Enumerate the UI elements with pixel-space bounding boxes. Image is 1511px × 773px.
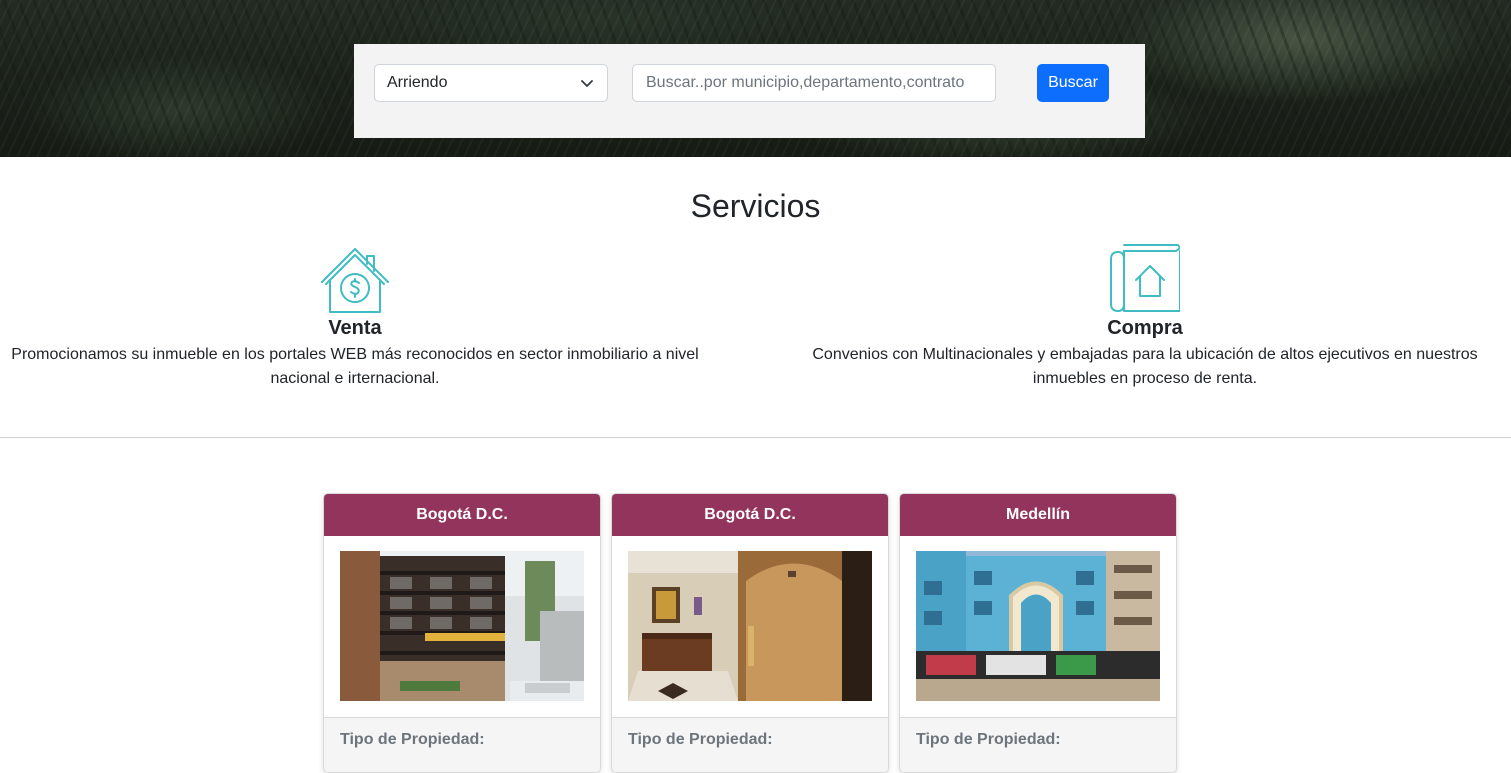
property-photo[interactable] bbox=[340, 551, 584, 701]
property-card[interactable]: Bogotá D.C. Tipo de Propiedad: bbox=[323, 493, 601, 773]
property-photo[interactable] bbox=[628, 551, 872, 701]
house-document-icon bbox=[1110, 244, 1180, 312]
service-description-compra: Convenios con Multinacionales y embajada… bbox=[812, 346, 1478, 387]
chevron-down-icon bbox=[581, 80, 593, 87]
search-panel: Arriendo Buscar bbox=[354, 44, 1145, 138]
property-card-city: Bogotá D.C. bbox=[612, 494, 888, 536]
service-title-compra: Compra bbox=[1107, 317, 1183, 339]
hero-banner: Arriendo Buscar bbox=[0, 0, 1511, 157]
property-card[interactable]: Bogotá D.C. Tipo de Propiedad: bbox=[611, 493, 889, 773]
house-dollar-icon bbox=[321, 248, 389, 313]
contract-select-value: Arriendo bbox=[387, 74, 448, 91]
service-title-venta: Venta bbox=[328, 317, 382, 339]
search-input[interactable] bbox=[632, 64, 996, 102]
property-card-city: Medellín bbox=[900, 494, 1176, 536]
property-type-label: Tipo de Propiedad: bbox=[916, 731, 1061, 748]
search-button[interactable]: Buscar bbox=[1037, 64, 1109, 102]
property-card-city: Bogotá D.C. bbox=[324, 494, 600, 536]
services-title: Servicios bbox=[690, 188, 821, 224]
property-card[interactable]: Medellín Tipo de Propiedad: bbox=[899, 493, 1177, 773]
property-type-label: Tipo de Propiedad: bbox=[628, 731, 773, 748]
service-description-venta: Promocionamos su inmueble en los portale… bbox=[11, 346, 699, 387]
service-venta: Venta Promocionamos su inmueble en los p… bbox=[10, 244, 700, 391]
contract-select[interactable]: Arriendo bbox=[374, 64, 608, 102]
property-type-label: Tipo de Propiedad: bbox=[340, 731, 485, 748]
service-compra: Compra Convenios con Multinacionales y e… bbox=[800, 244, 1490, 391]
property-photo[interactable] bbox=[916, 551, 1160, 701]
section-divider bbox=[0, 437, 1511, 438]
